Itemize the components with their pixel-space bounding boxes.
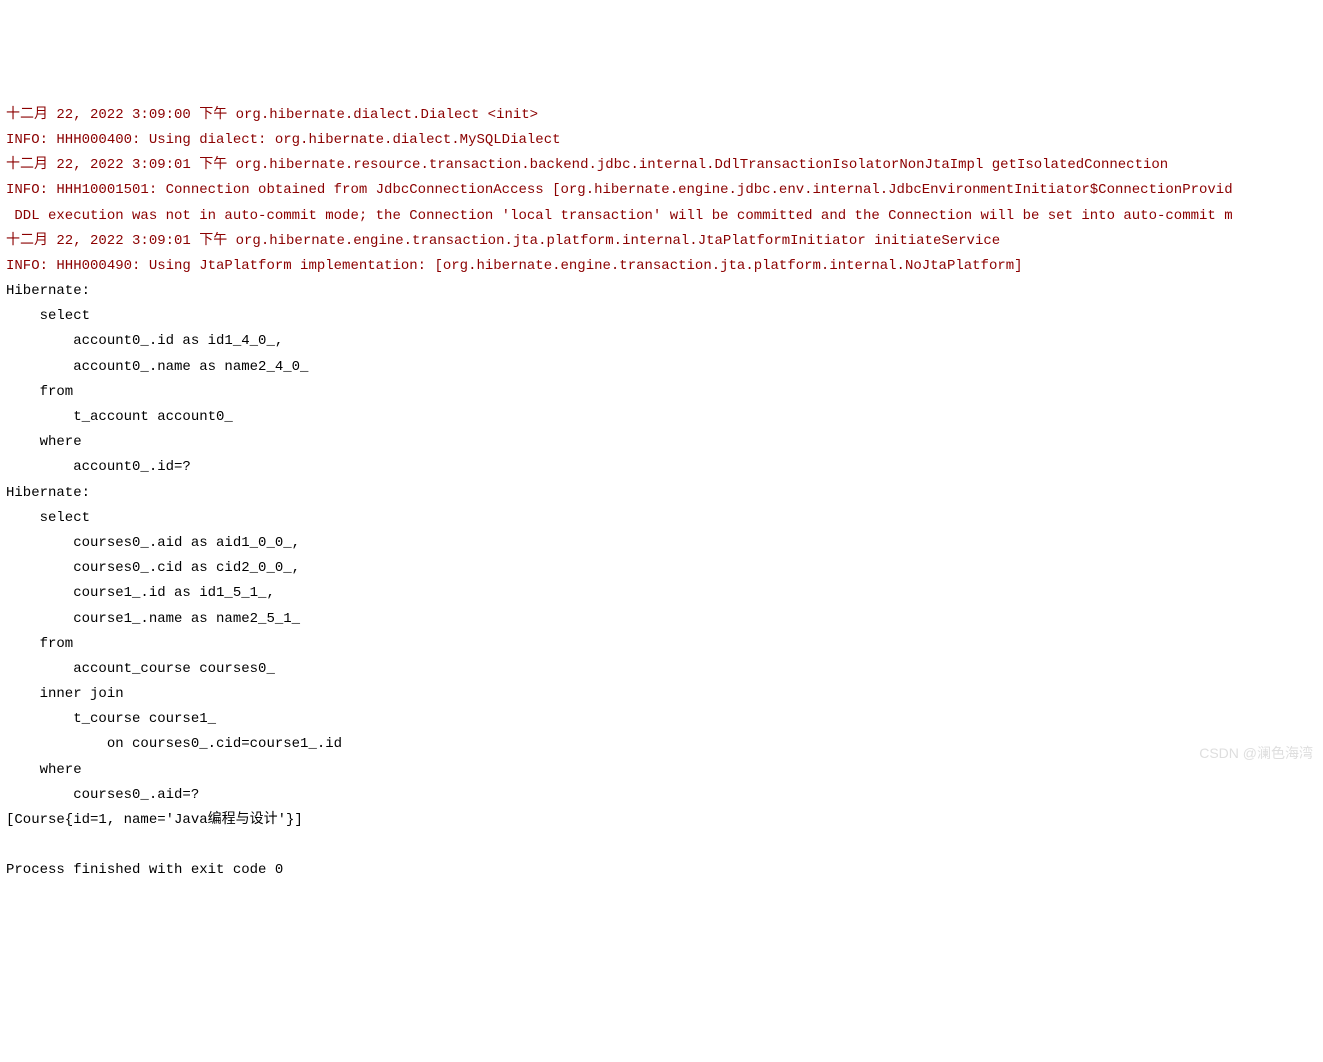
sql-line: select xyxy=(6,304,1317,329)
sql-line: Hibernate: xyxy=(6,279,1317,304)
sql-line: account0_.id=? xyxy=(6,455,1317,480)
sql-line: course1_.name as name2_5_1_ xyxy=(6,607,1317,632)
log-line: INFO: HHH000490: Using JtaPlatform imple… xyxy=(6,254,1317,279)
sql-line: account_course courses0_ xyxy=(6,657,1317,682)
log-line: INFO: HHH000400: Using dialect: org.hibe… xyxy=(6,128,1317,153)
log-line: DDL execution was not in auto-commit mod… xyxy=(6,204,1317,229)
sql-line: where xyxy=(6,430,1317,455)
log-line: INFO: HHH10001501: Connection obtained f… xyxy=(6,178,1317,203)
sql-line: from xyxy=(6,632,1317,657)
exit-code-line: Process finished with exit code 0 xyxy=(6,858,1317,883)
sql-line: t_account account0_ xyxy=(6,405,1317,430)
sql-line: courses0_.aid as aid1_0_0_, xyxy=(6,531,1317,556)
sql-line: t_course course1_ xyxy=(6,707,1317,732)
sql-line: courses0_.cid as cid2_0_0_, xyxy=(6,556,1317,581)
sql-line: where xyxy=(6,758,1317,783)
blank-line xyxy=(6,833,1317,858)
sql-line: course1_.id as id1_5_1_, xyxy=(6,581,1317,606)
sql-line: account0_.name as name2_4_0_ xyxy=(6,355,1317,380)
console-output: 十二月 22, 2022 3:09:00 下午 org.hibernate.di… xyxy=(6,103,1317,884)
sql-line: courses0_.aid=? xyxy=(6,783,1317,808)
sql-line: on courses0_.cid=course1_.id xyxy=(6,732,1317,757)
sql-line: inner join xyxy=(6,682,1317,707)
log-line: 十二月 22, 2022 3:09:01 下午 org.hibernate.en… xyxy=(6,229,1317,254)
sql-line: account0_.id as id1_4_0_, xyxy=(6,329,1317,354)
log-line: 十二月 22, 2022 3:09:01 下午 org.hibernate.re… xyxy=(6,153,1317,178)
result-line: [Course{id=1, name='Java编程与设计'}] xyxy=(6,808,1317,833)
log-line: 十二月 22, 2022 3:09:00 下午 org.hibernate.di… xyxy=(6,103,1317,128)
sql-line: Hibernate: xyxy=(6,481,1317,506)
sql-line: select xyxy=(6,506,1317,531)
sql-line: from xyxy=(6,380,1317,405)
watermark: CSDN @澜色海湾 xyxy=(1199,741,1313,766)
